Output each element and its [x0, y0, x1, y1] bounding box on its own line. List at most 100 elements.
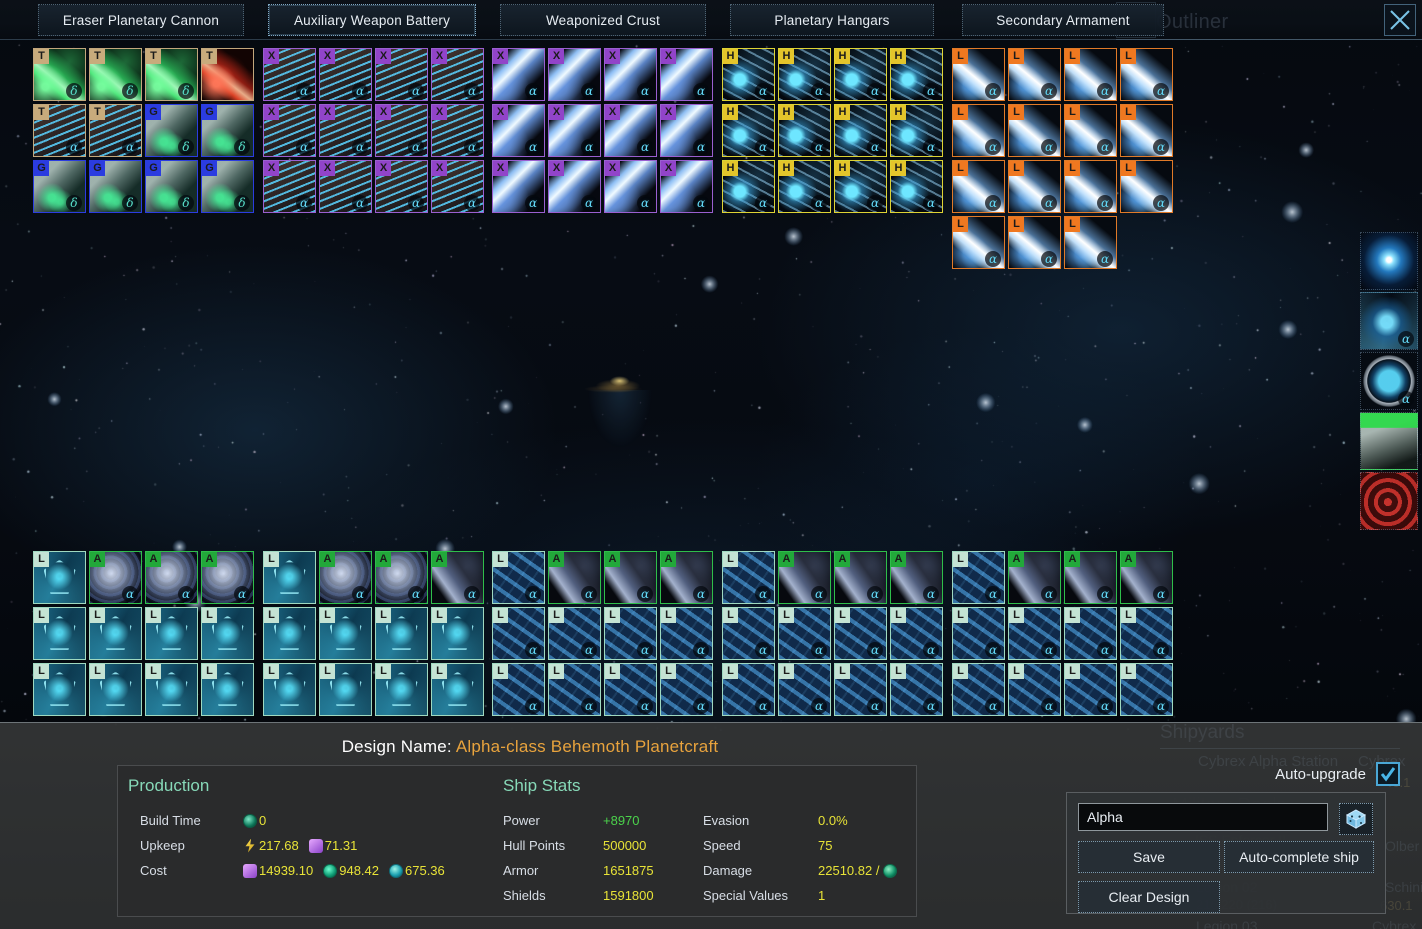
component-slot[interactable]: Lα: [1120, 48, 1173, 101]
component-slot[interactable]: Lα: [1064, 216, 1117, 269]
component-slot[interactable]: Aα: [145, 551, 198, 604]
tab-planetary-hangars[interactable]: Planetary Hangars: [730, 4, 934, 36]
component-slot[interactable]: Aα: [548, 551, 601, 604]
component-slot[interactable]: Lα: [1120, 160, 1173, 213]
component-slot[interactable]: Hα: [834, 48, 887, 101]
component-slot[interactable]: Lα: [952, 104, 1005, 157]
component-slot[interactable]: Hα: [778, 104, 831, 157]
component-slot[interactable]: Xα: [263, 104, 316, 157]
component-slot[interactable]: Aα: [1008, 551, 1061, 604]
component-slot[interactable]: Xα: [319, 104, 372, 157]
component-slot[interactable]: Aα: [604, 551, 657, 604]
component-slot[interactable]: Xα: [375, 48, 428, 101]
component-slot[interactable]: Aα: [1064, 551, 1117, 604]
component-slot[interactable]: Xα: [431, 104, 484, 157]
component-slot[interactable]: Hα: [722, 160, 775, 213]
component-slot[interactable]: Lα: [952, 48, 1005, 101]
component-slot[interactable]: Lα: [492, 607, 545, 660]
component-slot[interactable]: Lα: [1064, 104, 1117, 157]
component-slot[interactable]: Aα: [1120, 551, 1173, 604]
dice-icon[interactable]: [1339, 803, 1373, 835]
component-slot[interactable]: Tα: [89, 104, 142, 157]
component-slot[interactable]: Aα: [431, 551, 484, 604]
component-slot[interactable]: L: [431, 663, 484, 716]
component-slot[interactable]: Lα: [492, 663, 545, 716]
hull-plating-icon[interactable]: [1360, 472, 1418, 530]
component-slot[interactable]: L: [319, 607, 372, 660]
component-slot[interactable]: L: [89, 607, 142, 660]
component-slot[interactable]: L: [33, 663, 86, 716]
component-slot[interactable]: Xα: [604, 104, 657, 157]
component-slot[interactable]: L: [263, 663, 316, 716]
component-slot[interactable]: Tδ: [33, 48, 86, 101]
component-slot[interactable]: Xα: [660, 48, 713, 101]
component-slot[interactable]: L: [145, 663, 198, 716]
component-slot[interactable]: Lα: [952, 607, 1005, 660]
component-slot[interactable]: L: [375, 607, 428, 660]
component-slot[interactable]: Hα: [890, 48, 943, 101]
component-slot[interactable]: Xα: [548, 104, 601, 157]
component-slot[interactable]: L: [319, 663, 372, 716]
component-slot[interactable]: Aα: [660, 551, 713, 604]
component-slot[interactable]: Lα: [1008, 104, 1061, 157]
auto-upgrade-checkbox[interactable]: [1376, 762, 1400, 786]
component-slot[interactable]: Tα: [33, 104, 86, 157]
component-slot[interactable]: L: [33, 551, 86, 604]
component-slot[interactable]: Lα: [1008, 663, 1061, 716]
component-slot[interactable]: Lα: [952, 160, 1005, 213]
component-slot[interactable]: Lα: [660, 663, 713, 716]
component-slot[interactable]: Lα: [1064, 663, 1117, 716]
ftl-drive-icon[interactable]: α: [1360, 352, 1418, 410]
component-slot[interactable]: Lα: [1120, 104, 1173, 157]
component-slot[interactable]: Lα: [1120, 663, 1173, 716]
component-slot[interactable]: Lα: [1008, 48, 1061, 101]
component-slot[interactable]: L: [431, 607, 484, 660]
component-slot[interactable]: L: [201, 663, 254, 716]
component-slot[interactable]: Lα: [952, 663, 1005, 716]
component-slot[interactable]: Xα: [492, 48, 545, 101]
component-slot[interactable]: Aα: [201, 551, 254, 604]
clear-design-button[interactable]: Clear Design: [1078, 881, 1220, 913]
component-slot[interactable]: Xα: [604, 48, 657, 101]
component-slot[interactable]: Xα: [431, 48, 484, 101]
component-slot[interactable]: Xα: [319, 160, 372, 213]
component-slot[interactable]: Gδ: [145, 104, 198, 157]
component-slot[interactable]: L: [33, 607, 86, 660]
component-slot[interactable]: Xα: [492, 160, 545, 213]
auto-complete-ship-button[interactable]: Auto-complete ship: [1224, 841, 1374, 873]
component-slot[interactable]: Lα: [604, 607, 657, 660]
component-slot[interactable]: Hα: [778, 48, 831, 101]
tab-auxiliary-weapon-battery[interactable]: Auxiliary Weapon Battery: [268, 4, 476, 36]
component-slot[interactable]: Lα: [890, 663, 943, 716]
component-slot[interactable]: Gδ: [145, 160, 198, 213]
component-slot[interactable]: Aα: [89, 551, 142, 604]
component-slot[interactable]: Lα: [952, 216, 1005, 269]
component-slot[interactable]: L: [263, 551, 316, 604]
component-slot[interactable]: Lα: [1008, 607, 1061, 660]
component-slot[interactable]: Xα: [431, 160, 484, 213]
component-slot[interactable]: Lα: [1008, 216, 1061, 269]
component-slot[interactable]: Lα: [722, 607, 775, 660]
component-slot[interactable]: Lα: [548, 663, 601, 716]
component-slot[interactable]: Gδ: [89, 160, 142, 213]
component-slot[interactable]: Tδ: [145, 48, 198, 101]
component-slot[interactable]: Xα: [375, 104, 428, 157]
component-slot[interactable]: Lα: [1064, 160, 1117, 213]
component-slot[interactable]: Aα: [319, 551, 372, 604]
component-slot[interactable]: Lα: [890, 607, 943, 660]
component-slot[interactable]: L: [263, 607, 316, 660]
tab-secondary-armament[interactable]: Secondary Armament: [962, 4, 1164, 36]
component-slot[interactable]: Xα: [660, 104, 713, 157]
component-slot[interactable]: Hα: [778, 160, 831, 213]
component-slot[interactable]: Hα: [890, 104, 943, 157]
component-slot[interactable]: Lα: [1120, 607, 1173, 660]
design-name-input[interactable]: [1078, 803, 1328, 831]
component-slot[interactable]: Aα: [778, 551, 831, 604]
component-slot[interactable]: Xα: [548, 48, 601, 101]
component-slot[interactable]: Xα: [660, 160, 713, 213]
component-slot[interactable]: Lα: [604, 663, 657, 716]
component-slot[interactable]: Hα: [890, 160, 943, 213]
component-slot[interactable]: Lα: [834, 663, 887, 716]
component-slot[interactable]: Aα: [834, 551, 887, 604]
component-slot[interactable]: Hα: [722, 48, 775, 101]
